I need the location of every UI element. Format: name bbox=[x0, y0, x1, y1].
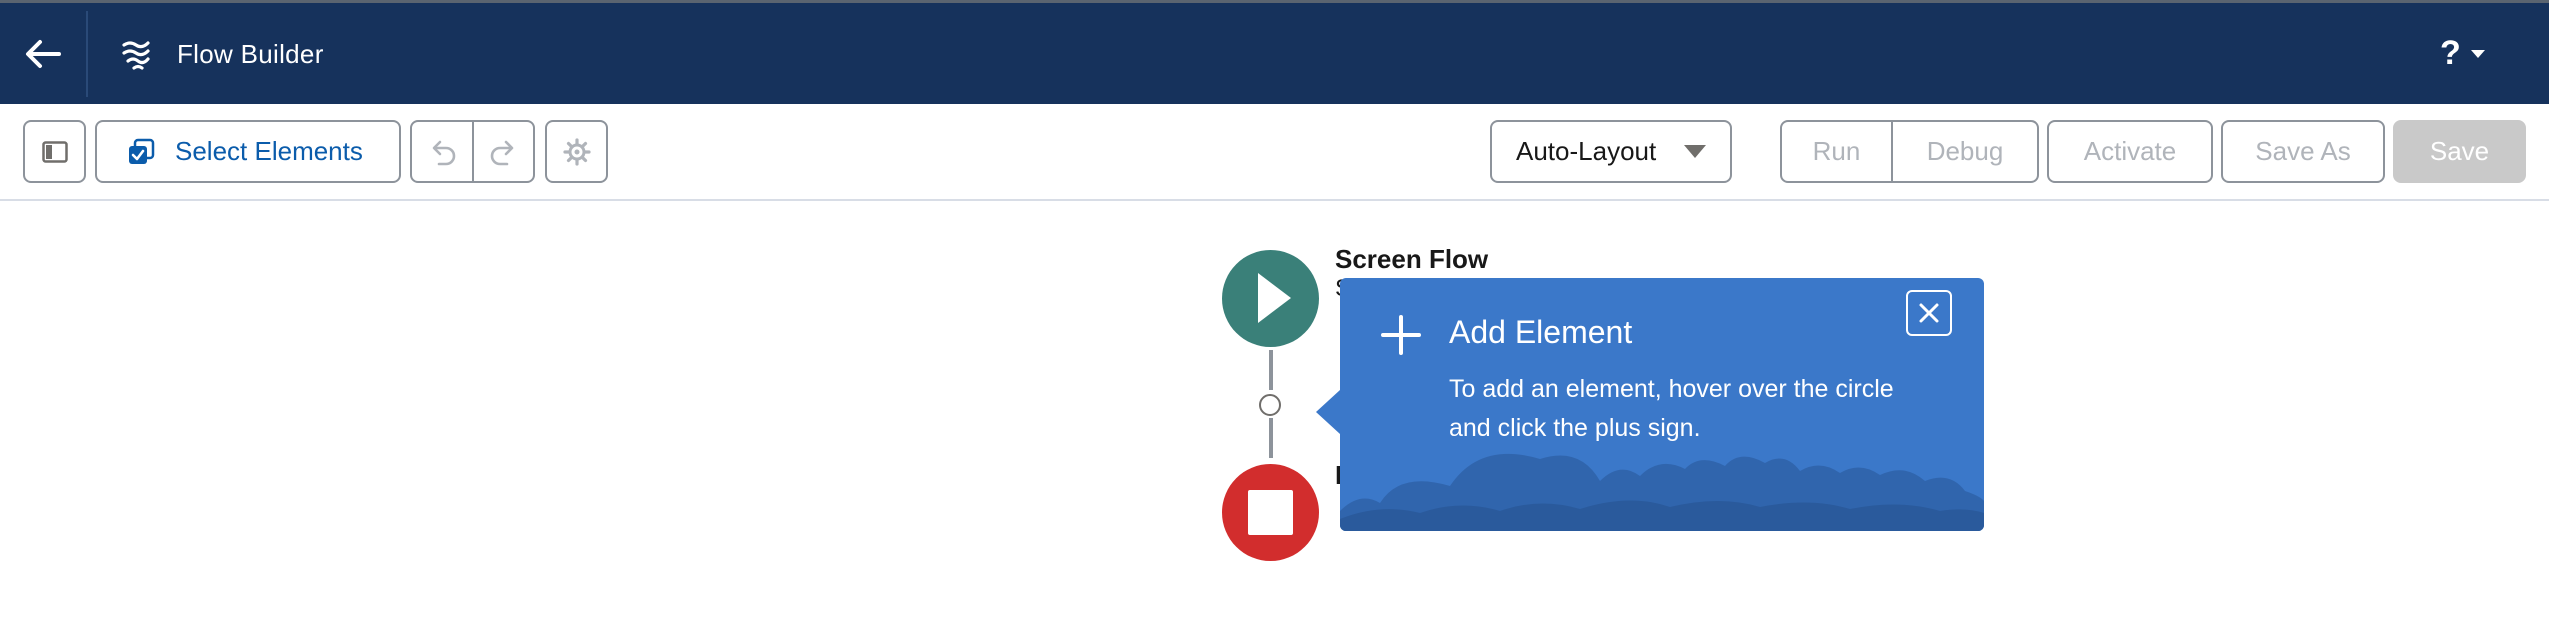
clouds-illustration bbox=[1340, 453, 1984, 531]
chevron-down-icon bbox=[1684, 145, 1706, 158]
header-bar: Flow Builder ? bbox=[0, 0, 2549, 104]
popover-pointer bbox=[1316, 390, 1340, 434]
chevron-down-icon bbox=[2470, 50, 2485, 58]
debug-button[interactable]: Debug bbox=[1891, 120, 2039, 183]
select-elements-icon bbox=[129, 138, 155, 164]
help-icon: ? bbox=[2440, 33, 2461, 72]
start-node-title: Screen Flow bbox=[1335, 244, 1489, 274]
popover-body: To add an element, hover over the circle… bbox=[1449, 375, 1894, 442]
app-title: Flow Builder bbox=[177, 39, 324, 69]
redo-icon bbox=[490, 140, 513, 165]
undo-button[interactable] bbox=[410, 120, 474, 183]
select-elements-label: Select Elements bbox=[175, 136, 363, 166]
activate-button[interactable]: Activate bbox=[2047, 120, 2213, 183]
close-popover-button[interactable] bbox=[1906, 290, 1952, 336]
flow-builder-icon bbox=[122, 41, 150, 70]
settings-button[interactable] bbox=[545, 120, 608, 183]
popover-title: Add Element bbox=[1449, 314, 1633, 350]
play-icon bbox=[1258, 273, 1291, 323]
save-as-button[interactable]: Save As bbox=[2221, 120, 2385, 183]
help-menu-button[interactable]: ? bbox=[2440, 33, 2485, 73]
toolbar: Select Elements Auto-Layout Run Debug Ac… bbox=[0, 104, 2549, 201]
undo-icon bbox=[432, 140, 456, 165]
redo-button[interactable] bbox=[472, 120, 535, 183]
stop-icon bbox=[1248, 490, 1293, 535]
start-node[interactable] bbox=[1222, 250, 1319, 347]
plus-icon bbox=[1381, 315, 1421, 355]
back-arrow-icon bbox=[26, 39, 61, 68]
select-elements-button[interactable]: Select Elements bbox=[95, 120, 401, 183]
add-element-popover: Add Element To add an element, hover ove… bbox=[1340, 278, 1984, 531]
close-icon bbox=[1919, 303, 1939, 323]
gear-icon bbox=[562, 137, 591, 166]
connector-line bbox=[1269, 418, 1273, 458]
layout-mode-select[interactable]: Auto-Layout bbox=[1490, 120, 1732, 183]
toggle-panel-button[interactable] bbox=[23, 120, 86, 183]
connector-line bbox=[1269, 350, 1273, 390]
run-button[interactable]: Run bbox=[1780, 120, 1893, 183]
end-node[interactable] bbox=[1222, 464, 1319, 561]
back-button[interactable] bbox=[0, 3, 86, 104]
header-divider bbox=[86, 11, 88, 97]
layout-mode-value: Auto-Layout bbox=[1516, 136, 1657, 166]
save-button[interactable]: Save bbox=[2393, 120, 2526, 183]
toggle-panel-icon bbox=[41, 140, 68, 163]
add-element-circle[interactable] bbox=[1259, 394, 1281, 416]
